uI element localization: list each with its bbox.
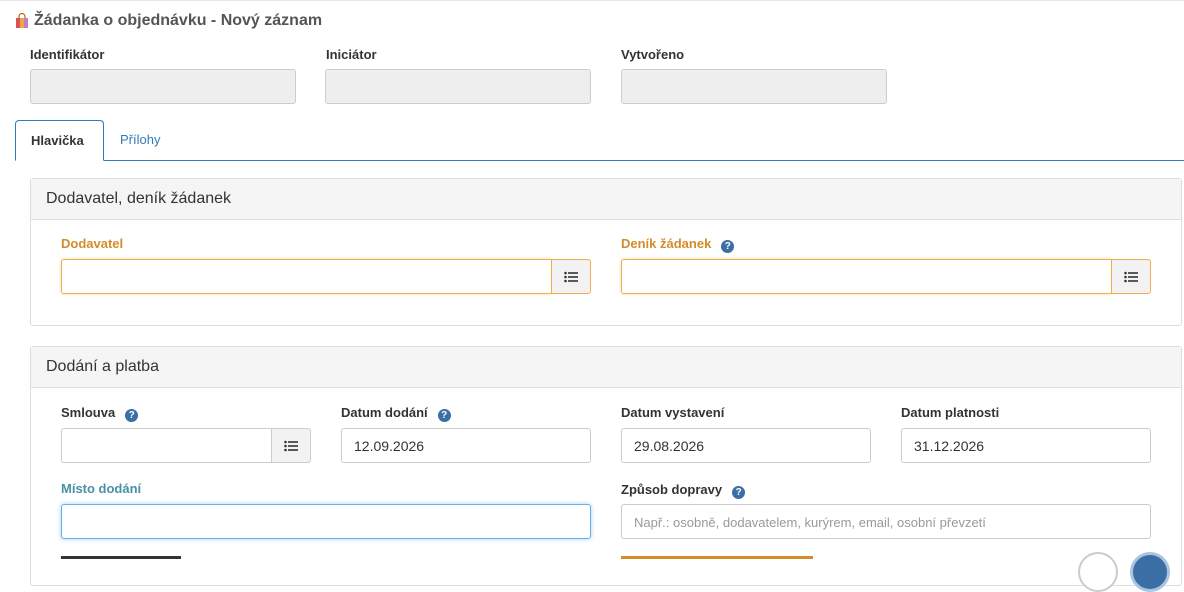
- supplier-panel-heading: Dodavatel, deník žádanek: [31, 179, 1181, 220]
- datum-dodani-label-text: Datum dodání: [341, 405, 428, 420]
- floating-circle-button-2[interactable]: [1130, 552, 1170, 592]
- list-icon: [1124, 271, 1138, 283]
- smlouva-list-button[interactable]: [271, 428, 311, 463]
- iniciator-label: Iniciátor: [326, 47, 377, 62]
- vytvoreno-label: Vytvořeno: [621, 47, 685, 62]
- misto-dodani-label: Místo dodání: [61, 481, 142, 496]
- zpusob-dopravy-input[interactable]: Např.: osobně, dodavatelem, kurýrem, ema…: [621, 504, 1151, 539]
- smlouva-label: Smlouva?: [61, 405, 139, 422]
- denik-input-group: [621, 259, 1151, 294]
- top-divider: [0, 0, 1184, 2]
- smlouva-label-text: Smlouva: [61, 405, 116, 420]
- supplier-panel: Dodavatel, deník žádanek: [30, 178, 1182, 326]
- datum-vystaveni-label: Datum vystavení: [621, 405, 725, 420]
- datum-dodani-input[interactable]: 12.09.2026: [341, 428, 591, 463]
- cutoff-label-right: [621, 553, 813, 560]
- datum-dodani-label: Datum dodání?: [341, 405, 451, 422]
- misto-dodani-input[interactable]: [61, 504, 591, 539]
- datum-platnosti-input[interactable]: 31.12.2026: [901, 428, 1151, 463]
- iniciator-field: [325, 69, 591, 104]
- list-icon: [564, 271, 578, 283]
- shopping-bag-icon: [14, 13, 30, 29]
- tab-hlavicka[interactable]: Hlavička: [15, 120, 104, 161]
- question-circle-icon[interactable]: ?: [437, 409, 451, 422]
- tab-bar-baseline: [15, 160, 1184, 161]
- delivery-panel: Dodání a platba: [30, 346, 1182, 586]
- question-circle-icon[interactable]: ?: [721, 240, 735, 253]
- dodavatel-list-button[interactable]: [551, 259, 591, 294]
- question-circle-icon[interactable]: ?: [732, 486, 746, 499]
- page-title: Žádanka o objednávku - Nový záznam: [14, 12, 322, 30]
- cutoff-label-left: [61, 553, 181, 560]
- tab-prilohy[interactable]: Přílohy: [105, 120, 175, 161]
- dodavatel-input-group: [61, 259, 591, 294]
- datum-vystaveni-input[interactable]: 29.08.2026: [621, 428, 871, 463]
- tab-bar: Hlavička Přílohy: [15, 120, 1184, 162]
- denik-label: Deník žádanek?: [621, 236, 735, 253]
- denik-input[interactable]: [621, 259, 1111, 294]
- floating-circle-button-1[interactable]: [1078, 552, 1118, 592]
- denik-list-button[interactable]: [1111, 259, 1151, 294]
- vytvoreno-field: [621, 69, 887, 104]
- delivery-panel-heading: Dodání a platba: [31, 347, 1181, 388]
- dodavatel-input[interactable]: [61, 259, 551, 294]
- question-circle-icon[interactable]: ?: [125, 409, 139, 422]
- zpusob-dopravy-label: Způsob dopravy?: [621, 482, 746, 499]
- list-icon: [284, 440, 298, 452]
- page-title-text: Žádanka o objednávku - Nový záznam: [34, 12, 323, 29]
- datum-platnosti-label: Datum platnosti: [901, 405, 1000, 420]
- smlouva-input[interactable]: [61, 428, 271, 463]
- denik-label-text: Deník žádanek: [621, 236, 712, 251]
- identifikator-field: [30, 69, 296, 104]
- identifikator-label: Identifikátor: [30, 47, 105, 62]
- dodavatel-label: Dodavatel: [61, 236, 124, 251]
- smlouva-input-group: [61, 428, 311, 463]
- zpusob-dopravy-label-text: Způsob dopravy: [621, 482, 723, 497]
